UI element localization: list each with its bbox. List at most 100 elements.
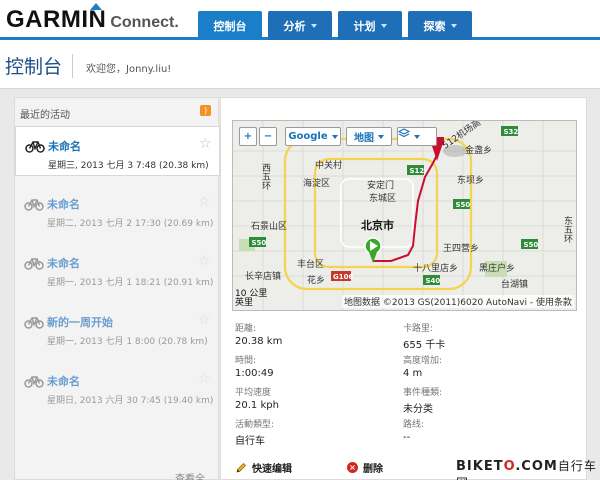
delete-button[interactable]: × 删除 xyxy=(347,460,383,475)
chevron-down-icon xyxy=(378,134,384,139)
scale-mi: 英里 xyxy=(235,298,254,308)
stat-elevation-gain: 高度增加: 4 m xyxy=(403,353,563,379)
tab-plan[interactable]: 计划 xyxy=(338,11,402,40)
tab-analysis[interactable]: 分析 xyxy=(268,11,332,40)
activity-item[interactable]: 未命名 星期二, 2013 七月 2 17:30 (20.69 km) ☆ xyxy=(15,185,220,235)
map-type-select[interactable]: 地图 xyxy=(346,127,392,146)
activity-meta: 星期日, 2013 六月 30 7:45 (19.40 km) xyxy=(47,396,214,406)
stat-activity-type: 活動類型: 自行车 xyxy=(235,417,395,447)
stat-label: 高度增加: xyxy=(403,356,443,366)
stat-label: 事件種類: xyxy=(403,388,443,398)
bicycle-icon xyxy=(24,317,44,329)
map-label: 金盏乡 xyxy=(465,146,493,156)
activity-item[interactable]: 未命名 星期日, 2013 六月 30 7:45 (19.40 km) ☆ xyxy=(15,362,220,412)
svg-text:S40: S40 xyxy=(426,277,441,285)
stat-calories: 卡路里: 655 千卡 xyxy=(403,321,563,351)
page-title: 控制台 xyxy=(5,56,63,78)
welcome-text: 欢迎您，Jonny.liu! xyxy=(86,64,172,75)
map-scale: 10 公里 英里 xyxy=(235,290,267,308)
tab-label: 分析 xyxy=(283,19,306,33)
logo-triangle-icon xyxy=(90,3,102,10)
chevron-down-icon xyxy=(414,134,420,139)
map-label: 黑庄户乡 xyxy=(479,264,516,274)
stat-value: 1:00:49 xyxy=(235,368,274,379)
header-divider xyxy=(72,54,73,78)
svg-text:S50: S50 xyxy=(252,239,267,247)
map-label: 王四营乡 xyxy=(443,244,480,254)
activity-meta: 星期一, 2013 七月 1 8:00 (20.78 km) xyxy=(47,337,208,347)
map-label: 西五环 xyxy=(260,163,270,190)
map-label: 长辛店镇 xyxy=(245,272,282,282)
bicycle-icon xyxy=(24,376,44,388)
map-type-label: 地图 xyxy=(354,133,374,144)
svg-text:S12: S12 xyxy=(410,167,425,175)
star-icon[interactable]: ☆ xyxy=(198,371,211,387)
map-attribution[interactable]: 地图数据 ©2013 GS(2011)6020 AutoNavi - 使用条款 xyxy=(342,295,574,308)
map-label: 海淀区 xyxy=(303,179,331,189)
svg-text:S50: S50 xyxy=(456,201,471,209)
bicycle-icon xyxy=(25,141,45,153)
activity-name-link[interactable]: 未命名 xyxy=(47,255,80,271)
stat-label: 距離: xyxy=(235,324,257,334)
tab-label: 控制台 xyxy=(213,19,247,33)
activity-actions: 快速编辑 × 删除 xyxy=(235,460,383,475)
zoom-out-label: − xyxy=(263,131,273,142)
stat-event-type: 事件種類: 未分类 xyxy=(403,385,563,415)
map-label: 台湖镇 xyxy=(501,280,529,290)
see-all-link[interactable]: 查看全部... xyxy=(175,470,218,480)
stat-label: 卡路里: xyxy=(403,324,434,334)
tab-dashboard[interactable]: 控制台 xyxy=(198,11,262,40)
activity-item[interactable]: 未命名 星期三, 2013 七月 3 7:48 (20.38 km) ☆ xyxy=(15,126,220,176)
zoom-in-button[interactable]: + xyxy=(239,127,257,146)
tab-label: 探索 xyxy=(423,19,446,33)
activity-name-link[interactable]: 未命名 xyxy=(47,196,80,212)
star-icon[interactable]: ☆ xyxy=(199,136,212,152)
map-label: 中关村 xyxy=(315,161,343,171)
svg-text:S32: S32 xyxy=(504,128,519,136)
activity-meta: 星期一, 2013 七月 1 18:21 (20.91 km) xyxy=(47,278,214,288)
quick-edit-button[interactable]: 快速编辑 xyxy=(235,460,347,475)
activity-item[interactable]: 新的一周开始 星期一, 2013 七月 1 8:00 (20.78 km) ☆ xyxy=(15,303,220,353)
quick-edit-label: 快速编辑 xyxy=(252,464,292,475)
logo-main-text: GARMIN xyxy=(6,6,107,33)
close-icon: × xyxy=(347,462,358,473)
activity-item[interactable]: 未命名 星期一, 2013 七月 1 18:21 (20.91 km) ☆ xyxy=(15,244,220,294)
star-icon[interactable]: ☆ xyxy=(198,312,211,328)
rss-icon[interactable]: ) xyxy=(200,105,211,116)
chevron-down-icon xyxy=(331,134,338,139)
activity-name-link[interactable]: 新的一周开始 xyxy=(47,314,113,330)
activity-name-link[interactable]: 未命名 xyxy=(48,138,81,154)
map-label: 安定门 xyxy=(367,181,395,191)
activity-name-link[interactable]: 未命名 xyxy=(47,373,80,389)
activity-detail-card: S12 S32 S50 S50 S50 S40 G106 + − Google … xyxy=(220,97,587,480)
zoom-in-label: + xyxy=(243,131,253,142)
activity-meta: 星期三, 2013 七月 3 7:48 (20.38 km) xyxy=(48,161,209,171)
tab-explore[interactable]: 探索 xyxy=(408,11,472,40)
stat-avg-speed: 平均速度 20.1 kph xyxy=(235,385,395,411)
star-icon[interactable]: ☆ xyxy=(198,194,211,210)
stat-label: 時間: xyxy=(235,356,257,366)
map-label: 花乡 xyxy=(307,276,326,286)
map-provider-select[interactable]: Google xyxy=(285,127,341,146)
stat-label: 平均速度 xyxy=(235,388,272,398)
top-nav: GARMIN Connect. 控制台 分析 计划 探索 xyxy=(0,0,600,40)
zoom-out-button[interactable]: − xyxy=(259,127,277,146)
stat-label: 活動類型: xyxy=(235,420,275,430)
route-map[interactable]: S12 S32 S50 S50 S50 S40 G106 + − Google … xyxy=(232,120,577,311)
stat-value: 自行车 xyxy=(235,436,265,447)
map-label: 北京市 xyxy=(361,219,394,232)
recent-activities-panel: 最近的活动 ) 未命名 星期三, 2013 七月 3 7:48 (20.38 k… xyxy=(14,97,220,480)
map-layers-button[interactable] xyxy=(397,127,437,146)
logo-sub-text: Connect. xyxy=(110,14,179,31)
map-label: 东五环 xyxy=(562,216,572,243)
stat-value: 20.38 km xyxy=(235,336,283,347)
map-label: 丰台区 xyxy=(297,260,325,270)
map-provider-label: Google xyxy=(288,131,328,142)
garmin-logo[interactable]: GARMIN Connect. xyxy=(6,3,179,34)
main-tabs: 控制台 分析 计划 探索 xyxy=(198,11,472,40)
watermark-o: O xyxy=(503,459,516,474)
stat-value: -- xyxy=(403,432,411,443)
chevron-down-icon xyxy=(310,23,317,28)
stat-label: 路线: xyxy=(403,420,425,430)
star-icon[interactable]: ☆ xyxy=(198,253,211,269)
